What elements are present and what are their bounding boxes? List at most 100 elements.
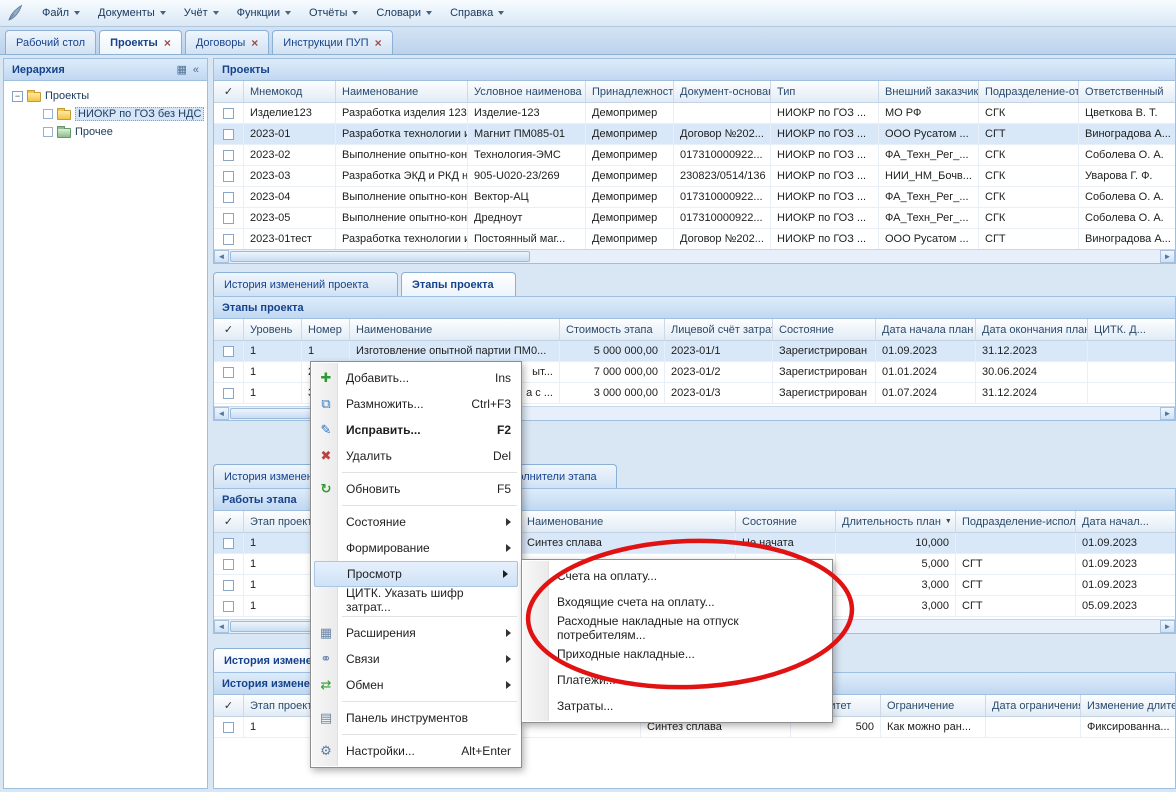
checkbox[interactable] [223, 580, 234, 591]
checkbox[interactable] [223, 150, 234, 161]
menu-item[interactable]: ✚Добавить...Ins [312, 365, 520, 391]
checkbox[interactable] [223, 108, 234, 119]
table-row[interactable]: 2023-05Выполнение опытно-конс...Дредноут… [214, 208, 1175, 229]
scroll-left-icon[interactable]: ◄ [214, 620, 229, 633]
checkbox[interactable] [223, 601, 234, 612]
table-row[interactable]: 2023-04Выполнение опытно-конс...Вектор-А… [214, 187, 1175, 208]
row-checkbox-cell[interactable] [214, 717, 244, 737]
select-all-column-header[interactable]: ✓ [214, 511, 244, 532]
scroll-right-icon[interactable]: ► [1160, 250, 1175, 263]
row-checkbox-cell[interactable] [214, 166, 244, 186]
grid-view-icon[interactable]: ▦ [176, 63, 186, 76]
select-all-column-header[interactable]: ✓ [214, 81, 244, 102]
column-header[interactable]: Наименование [336, 81, 468, 102]
row-checkbox-cell[interactable] [214, 341, 244, 361]
scroll-left-icon[interactable]: ◄ [214, 250, 229, 263]
scroll-right-icon[interactable]: ► [1160, 620, 1175, 633]
checkbox[interactable] [223, 538, 234, 549]
row-checkbox-cell[interactable] [214, 208, 244, 228]
tab[interactable]: Проекты× [99, 30, 182, 54]
row-checkbox-cell[interactable] [214, 383, 244, 403]
checkbox[interactable] [223, 346, 234, 357]
tab[interactable]: История изменений проекта [213, 272, 398, 296]
checkbox[interactable] [223, 234, 234, 245]
table-row[interactable]: 2023-03Разработка ЭКД и РКД н...905-U020… [214, 166, 1175, 187]
menu-item[interactable]: Состояние [312, 509, 520, 535]
tab[interactable]: Договоры× [185, 30, 269, 54]
column-header[interactable]: Условное наименова [468, 81, 586, 102]
menu-item[interactable]: Входящие счета на оплату... [523, 589, 831, 615]
row-checkbox-cell[interactable] [214, 596, 244, 616]
menu-item[interactable]: Просмотр [314, 561, 518, 587]
menu-item[interactable]: Расходные накладные на отпуск потребител… [523, 615, 831, 641]
menu-item[interactable]: ЦИТК. Указать шифр затрат... [312, 587, 520, 613]
close-icon[interactable]: × [251, 37, 258, 49]
checkbox[interactable] [223, 213, 234, 224]
menu-item[interactable]: Платежи... [523, 667, 831, 693]
tab[interactable]: Этапы проекта [401, 272, 516, 296]
column-header[interactable]: Мнемокод [244, 81, 336, 102]
table-row[interactable]: Изделие123Разработка изделия 123Изделие-… [214, 103, 1175, 124]
table-row[interactable]: 2023-01Разработка технологии и...Магнит … [214, 124, 1175, 145]
row-checkbox-cell[interactable] [214, 229, 244, 249]
row-checkbox-cell[interactable] [214, 103, 244, 123]
menu-item[interactable]: ▦Расширения [312, 620, 520, 646]
menu-item[interactable]: ⇄Обмен [312, 672, 520, 698]
column-header[interactable]: Дата начал... [1076, 511, 1176, 532]
menubar-item[interactable]: Функции [229, 0, 301, 26]
menu-item[interactable]: Затраты... [523, 693, 831, 719]
column-header[interactable]: Изменение длите... [1081, 695, 1176, 716]
menubar-item[interactable]: Словари [368, 0, 442, 26]
column-header[interactable]: Состояние [736, 511, 836, 532]
column-header[interactable]: Уровень [244, 319, 302, 340]
menu-item[interactable]: ↻ОбновитьF5 [312, 476, 520, 502]
tree-item[interactable]: −Проекты [4, 87, 207, 105]
menubar-item[interactable]: Файл [34, 0, 90, 26]
menubar-item[interactable]: Отчёты [301, 0, 368, 26]
checkbox[interactable] [223, 367, 234, 378]
checkbox[interactable] [223, 171, 234, 182]
hscrollbar-thumb[interactable] [230, 251, 530, 262]
column-header[interactable]: ЦИТК. Д... [1088, 319, 1176, 340]
checkbox[interactable] [223, 559, 234, 570]
select-all-column-header[interactable]: ✓ [214, 319, 244, 340]
scroll-right-icon[interactable]: ► [1160, 407, 1175, 420]
select-all-column-header[interactable]: ✓ [214, 695, 244, 716]
close-icon[interactable]: × [375, 37, 382, 49]
column-header[interactable]: Наименование [350, 319, 560, 340]
column-header[interactable]: Принадлежность [586, 81, 674, 102]
column-header[interactable]: Лицевой счёт затрат. [665, 319, 773, 340]
tab[interactable]: Инструкции ПУП× [272, 30, 392, 54]
table-row[interactable]: 11Изготовление опытной партии ПМ0...5 00… [214, 341, 1175, 362]
row-checkbox-cell[interactable] [214, 362, 244, 382]
menu-item[interactable]: Приходные накладные... [523, 641, 831, 667]
scroll-left-icon[interactable]: ◄ [214, 407, 229, 420]
checkbox[interactable] [223, 722, 234, 733]
row-checkbox-cell[interactable] [214, 187, 244, 207]
menu-item[interactable]: ✎Исправить...F2 [312, 417, 520, 443]
menubar-item[interactable]: Документы [90, 0, 176, 26]
menubar-item[interactable]: Учёт [176, 0, 229, 26]
column-header[interactable]: Подразделение-исполнитель.. [956, 511, 1076, 532]
menu-item[interactable]: ✖УдалитьDel [312, 443, 520, 469]
checkbox[interactable] [43, 109, 53, 119]
close-icon[interactable]: × [164, 37, 171, 49]
row-checkbox-cell[interactable] [214, 145, 244, 165]
tree-item[interactable]: НИОКР по ГОЗ без НДС [4, 105, 207, 123]
column-header[interactable]: Наименование [521, 511, 736, 532]
column-header[interactable]: Внешний заказчик [879, 81, 979, 102]
row-checkbox-cell[interactable] [214, 575, 244, 595]
column-header[interactable]: Тип [771, 81, 879, 102]
menu-item[interactable]: ⚭Связи [312, 646, 520, 672]
column-header[interactable]: Дата ограничения [986, 695, 1081, 716]
row-checkbox-cell[interactable] [214, 554, 244, 574]
row-checkbox-cell[interactable] [214, 124, 244, 144]
column-header[interactable]: Документ-основан [674, 81, 771, 102]
menu-item[interactable]: ▤Панель инструментов [312, 705, 520, 731]
tree-item[interactable]: Прочее [4, 123, 207, 141]
checkbox[interactable] [223, 192, 234, 203]
checkbox[interactable] [43, 127, 53, 137]
column-header[interactable]: Состояние [773, 319, 876, 340]
column-header[interactable]: Номер [302, 319, 350, 340]
tree-collapse-icon[interactable]: − [12, 91, 23, 102]
